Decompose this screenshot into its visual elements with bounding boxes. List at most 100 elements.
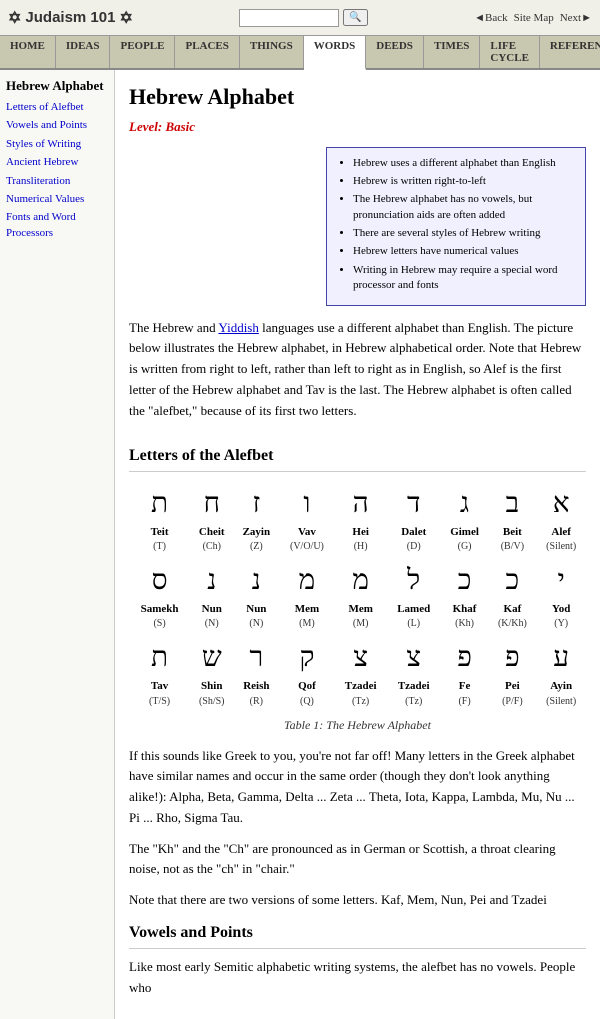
back-link[interactable]: ◄Back — [474, 12, 508, 24]
letter-name: Zayin — [235, 525, 277, 539]
hebrew-char: ו — [281, 483, 332, 525]
logo-star-left: ✡ — [8, 8, 21, 28]
letter-trans: (Silent) — [538, 694, 584, 709]
letter-name: Reish — [235, 679, 277, 693]
letter-name: Mem — [281, 602, 332, 616]
nav-item-things[interactable]: THINGS — [240, 36, 304, 68]
letter-trans: (M) — [337, 616, 385, 631]
letter-name: Vav — [281, 525, 332, 539]
alefbet-cell: ע Ayin (Silent) — [536, 634, 586, 711]
alefbet-cell: מ Mem (M) — [279, 557, 334, 634]
hebrew-char: צ — [337, 637, 385, 679]
alefbet-cell: ח Cheit (Ch) — [190, 480, 233, 557]
hebrew-char: פ — [443, 637, 487, 679]
site-title[interactable]: Judaism 101 — [25, 9, 115, 26]
hebrew-char: מ — [281, 560, 332, 602]
search-button[interactable]: 🔍 — [343, 9, 367, 26]
alefbet-cell: ס Samekh (S) — [129, 557, 190, 634]
letter-trans: (T) — [131, 539, 188, 554]
nav-item-deeds[interactable]: DEEDS — [366, 36, 424, 68]
search-input[interactable] — [239, 9, 339, 27]
alefbet-cell: ת Teit (T) — [129, 480, 190, 557]
letter-name: Hei — [337, 525, 385, 539]
letter-trans: (Silent) — [538, 539, 584, 554]
sidebar-link[interactable]: Transliteration — [6, 174, 108, 189]
alefbet-cell: א Alef (Silent) — [536, 480, 586, 557]
main-content: Hebrew Alphabet Level: Basic Hebrew uses… — [115, 70, 600, 1019]
nav-item-times[interactable]: TIMES — [424, 36, 480, 68]
sidebar-link[interactable]: Letters of Alefbet — [6, 100, 108, 115]
hebrew-char: ד — [389, 483, 439, 525]
letter-trans: (Kh) — [443, 616, 487, 631]
top-bar: ✡ Judaism 101 ✡ 🔍 ◄Back Site Map Next► — [0, 0, 600, 36]
letter-name: Mem — [337, 602, 385, 616]
letter-name: Ayin — [538, 679, 584, 693]
next-link[interactable]: Next► — [560, 12, 592, 24]
alefbet-cell: ז Zayin (Z) — [233, 480, 279, 557]
hebrew-char: כ — [443, 560, 487, 602]
yiddish-link[interactable]: Yiddish — [218, 320, 258, 335]
alefbet-cell: פ Fe (F) — [441, 634, 489, 711]
alefbet-cell: נ Nun (N) — [190, 557, 233, 634]
nav-item-ideas[interactable]: IDEAS — [56, 36, 111, 68]
letter-trans: (M) — [281, 616, 332, 631]
body-para-1: If this sounds like Greek to you, you're… — [129, 746, 586, 829]
sidebar-link[interactable]: Ancient Hebrew — [6, 155, 108, 170]
nav-item-reference[interactable]: REFERENCE — [540, 36, 600, 68]
alefbet-cell: כ Kaf (K/Kh) — [488, 557, 536, 634]
letter-name: Fe — [443, 679, 487, 693]
hebrew-char: י — [538, 560, 584, 602]
sidebar-link[interactable]: Styles of Writing — [6, 137, 108, 152]
hebrew-char: ל — [389, 560, 439, 602]
letter-trans: (F) — [443, 694, 487, 709]
nav-item-home[interactable]: HOME — [0, 36, 56, 68]
hebrew-char: ת — [131, 483, 188, 525]
letter-trans: (D) — [389, 539, 439, 554]
letter-name: Gimel — [443, 525, 487, 539]
hebrew-char: ח — [192, 483, 231, 525]
alefbet-cell: פ Pei (P/F) — [488, 634, 536, 711]
nav-item-life-cycle[interactable]: LIFE CYCLE — [480, 36, 540, 68]
hebrew-char: מ — [337, 560, 385, 602]
alefbet-cell: ד Dalet (D) — [387, 480, 441, 557]
nav-item-words[interactable]: WORDS — [304, 36, 367, 70]
alefbet-cell: ר Reish (R) — [233, 634, 279, 711]
nav-item-places[interactable]: PLACES — [175, 36, 239, 68]
letter-name: Beit — [490, 525, 534, 539]
hebrew-char: פ — [490, 637, 534, 679]
infobox-item: Hebrew is written right-to-left — [353, 174, 575, 189]
alefbet-cell: י Yod (Y) — [536, 557, 586, 634]
logo-area: ✡ Judaism 101 ✡ — [8, 8, 133, 28]
vowels-intro: Like most early Semitic alphabetic writi… — [129, 957, 586, 999]
body-para-3: Note that there are two versions of some… — [129, 890, 586, 911]
sidebar: Hebrew Alphabet Letters of AlefbetVowels… — [0, 70, 115, 1019]
alefbet-cell: צ Tzadei (Tz) — [387, 634, 441, 711]
infobox-item: There are several styles of Hebrew writi… — [353, 226, 575, 241]
sidebar-link[interactable]: Vowels and Points — [6, 118, 108, 133]
hebrew-char: א — [538, 483, 584, 525]
alefbet-cell: צ Tzadei (Tz) — [335, 634, 387, 711]
nav-item-people[interactable]: PEOPLE — [110, 36, 175, 68]
letter-name: Nun — [235, 602, 277, 616]
letter-name: Dalet — [389, 525, 439, 539]
sidebar-link[interactable]: Numerical Values — [6, 192, 108, 207]
letter-name: Nun — [192, 602, 231, 616]
infobox-item: The Hebrew alphabet has no vowels, but p… — [353, 192, 575, 223]
logo-star-right: ✡ — [119, 8, 132, 28]
letter-name: Khaf — [443, 602, 487, 616]
letter-name: Lamed — [389, 602, 439, 616]
letter-trans: (Sh/S) — [192, 694, 231, 709]
letter-name: Pei — [490, 679, 534, 693]
hebrew-char: ס — [131, 560, 188, 602]
letter-name: Tzadei — [337, 679, 385, 693]
alefbet-cell: כ Khaf (Kh) — [441, 557, 489, 634]
letter-trans: (Q) — [281, 694, 332, 709]
hebrew-char: ב — [490, 483, 534, 525]
letter-trans: (Y) — [538, 616, 584, 631]
sitemap-link[interactable]: Site Map — [514, 12, 554, 24]
main-nav: HOMEIDEASPEOPLEPLACESTHINGSWORDSDEEDSTIM… — [0, 36, 600, 70]
alefbet-cell: ג Gimel (G) — [441, 480, 489, 557]
sidebar-link[interactable]: Fonts and Word Processors — [6, 210, 108, 241]
intro-text: The Hebrew and Yiddish languages use a d… — [129, 318, 586, 422]
info-box: Hebrew uses a different alphabet than En… — [326, 147, 586, 306]
